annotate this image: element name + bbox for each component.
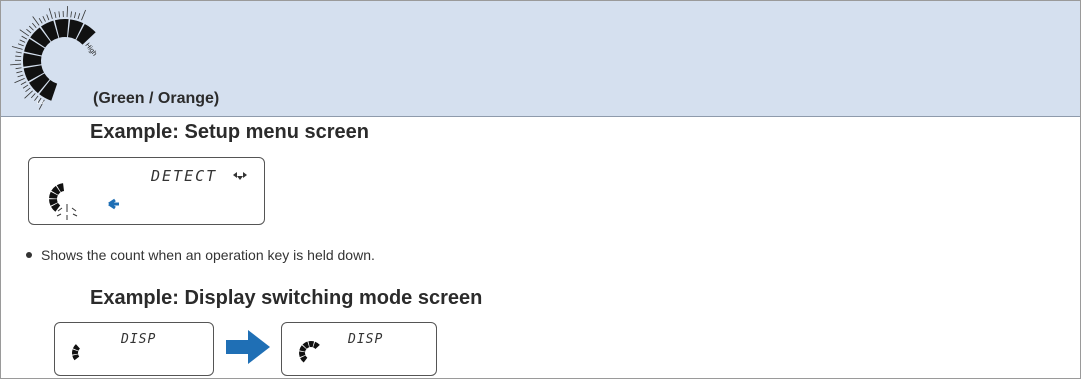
lcd-display-after: DISP [281,322,437,376]
lcd-gauge [299,341,320,363]
gauge-tick [30,93,36,99]
blink-mark [71,207,77,212]
gauge-tick [81,9,86,21]
right-arrow-icon [226,330,270,364]
header-band: High Lo (Green / Orange) [1,1,1080,117]
gauge-tick [58,11,61,18]
gauge-tick [17,43,24,47]
bullet-text: Shows the count when an operation key is… [41,247,375,263]
bullet-item: Shows the count when an operation key is… [26,247,375,263]
gauge-tick [15,55,22,58]
lcd-gauge [49,183,65,212]
blink-marks [56,204,78,220]
lcd-after-graphic: DISP [299,332,383,363]
blink-mark [57,207,63,212]
gauge-low-label: Lo [37,100,44,106]
gauge-tick [10,63,22,66]
left-arrow-icon [108,198,119,210]
gauge-tick [28,25,34,31]
gauge-tick [19,29,30,37]
gauge-tick [14,78,25,84]
gauge-tick [19,39,26,43]
gauge-tick [26,28,32,34]
gauge-tick [48,8,53,19]
gauge-tick [66,6,68,18]
gauge-tick [15,67,22,70]
section-heading-setup: Example: Setup menu screen [90,121,369,143]
gauge-tick [21,35,28,40]
gauge-segment [308,341,315,348]
gauge-tick [16,71,23,74]
gauge-tick [25,87,31,92]
lcd-setup-menu: DETECT [28,157,265,225]
lcd-text: DISP [347,332,383,347]
gauge-segment [300,355,308,363]
gauge-tick [77,13,81,20]
lcd-before-graphic: DISP [72,332,156,361]
gauge-tick [32,22,37,28]
lcd-gauge [72,344,80,361]
gauge-tick [17,74,24,78]
gauge-tick [70,11,72,18]
gauge-tick [15,51,22,54]
blink-mark [72,213,78,217]
gauge-segments [23,19,96,101]
gauge-tick [22,84,29,89]
gauge-tick [38,18,43,24]
gauge-tick [20,81,27,85]
lcd-text: DISP [120,332,156,347]
blink-mark [56,213,62,217]
gauge-tick [32,16,40,26]
section-heading-display: Example: Display switching mode screen [90,287,483,309]
gauge-high-label: High [83,42,97,58]
color-label: (Green / Orange) [93,90,220,107]
lcd-text: DETECT [150,167,217,185]
bullet-dot [26,252,32,259]
lcd-setup-graphic: DETECT [49,167,247,220]
gauge-tick [46,14,50,21]
gauge-tick [11,46,23,50]
page-frame: High Lo (Green / Orange) Example: Setup … [0,0,1081,379]
gauge-segment [72,344,80,351]
gauge-tick [74,12,77,19]
gauge-segment [72,354,80,361]
gauge-tick [42,16,46,22]
gauge-segment [23,53,42,67]
nav-arrows-icon [233,172,247,180]
level-gauge-icon: High Lo [10,6,98,110]
lcd-display-before: DISP [54,322,214,376]
gauge-tick [54,11,57,19]
gauge-segment [313,341,320,349]
